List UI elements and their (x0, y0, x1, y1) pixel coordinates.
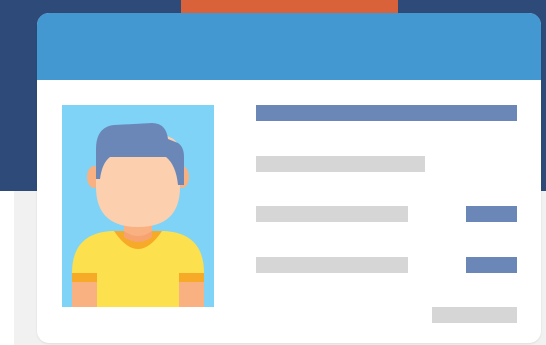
avatar-sleeve-left (72, 273, 97, 282)
id-photo (62, 105, 214, 307)
info-value-2 (466, 206, 517, 222)
id-card (37, 13, 541, 343)
lanyard-tab (181, 0, 398, 14)
name-line (256, 105, 517, 121)
info-value-3 (466, 257, 517, 273)
id-card-header (37, 13, 541, 80)
avatar-arm-right (179, 282, 204, 307)
user-avatar-icon (72, 123, 204, 307)
avatar-sleeve-right (179, 273, 204, 282)
info-line-2 (256, 206, 408, 222)
info-line-3 (256, 257, 408, 273)
info-line-1 (256, 156, 425, 172)
avatar-arm-left (72, 282, 97, 307)
signature-line (432, 307, 517, 323)
